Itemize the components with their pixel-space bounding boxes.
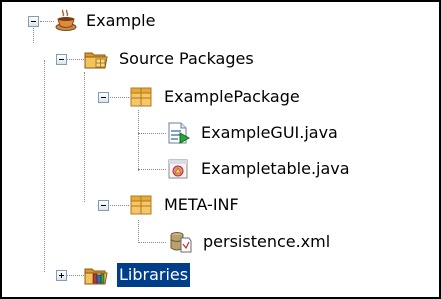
libraries-folder-icon — [84, 268, 108, 285]
java-class-icon — [168, 159, 188, 179]
tree-node-label[interactable]: META-INF — [162, 193, 241, 217]
tree-node-label[interactable]: Example — [84, 9, 157, 33]
tree-guide-line — [33, 28, 34, 43]
tree-guide-line — [138, 110, 139, 171]
java-form-icon — [168, 122, 190, 144]
tree-guide-line — [107, 205, 129, 206]
collapse-toggle-example[interactable] — [28, 16, 39, 27]
folder-packages-icon — [84, 52, 108, 69]
project-tree: Example Source Packages ExamplePackage E… — [0, 0, 441, 299]
tree-guide-line — [40, 21, 54, 22]
tree-guide-line — [138, 133, 166, 134]
tree-node-label[interactable]: persistence.xml — [201, 230, 332, 254]
tree-guide-line — [107, 97, 129, 98]
persistence-xml-icon — [170, 232, 192, 253]
package-icon — [130, 195, 152, 215]
tree-guide-line — [138, 220, 139, 243]
tree-guide-line — [84, 72, 85, 202]
package-icon — [130, 87, 152, 107]
tree-node-label[interactable]: ExamplePackage — [162, 85, 302, 109]
tree-node-label[interactable]: Source Packages — [117, 47, 256, 71]
tree-node-label-selected[interactable]: Libraries — [117, 263, 191, 287]
expand-toggle-libraries[interactable] — [56, 270, 67, 281]
tree-node-label[interactable]: ExampleGUI.java — [199, 121, 340, 145]
collapse-toggle-meta-inf[interactable] — [98, 200, 109, 211]
collapse-toggle-example-package[interactable] — [98, 92, 109, 103]
tree-guide-line — [44, 60, 45, 272]
tree-guide-line — [138, 242, 166, 243]
collapse-toggle-source-packages[interactable] — [56, 54, 67, 65]
coffee-cup-project-icon — [55, 9, 77, 31]
tree-node-label[interactable]: Exampletable.java — [199, 157, 352, 181]
tree-guide-line — [138, 169, 166, 170]
